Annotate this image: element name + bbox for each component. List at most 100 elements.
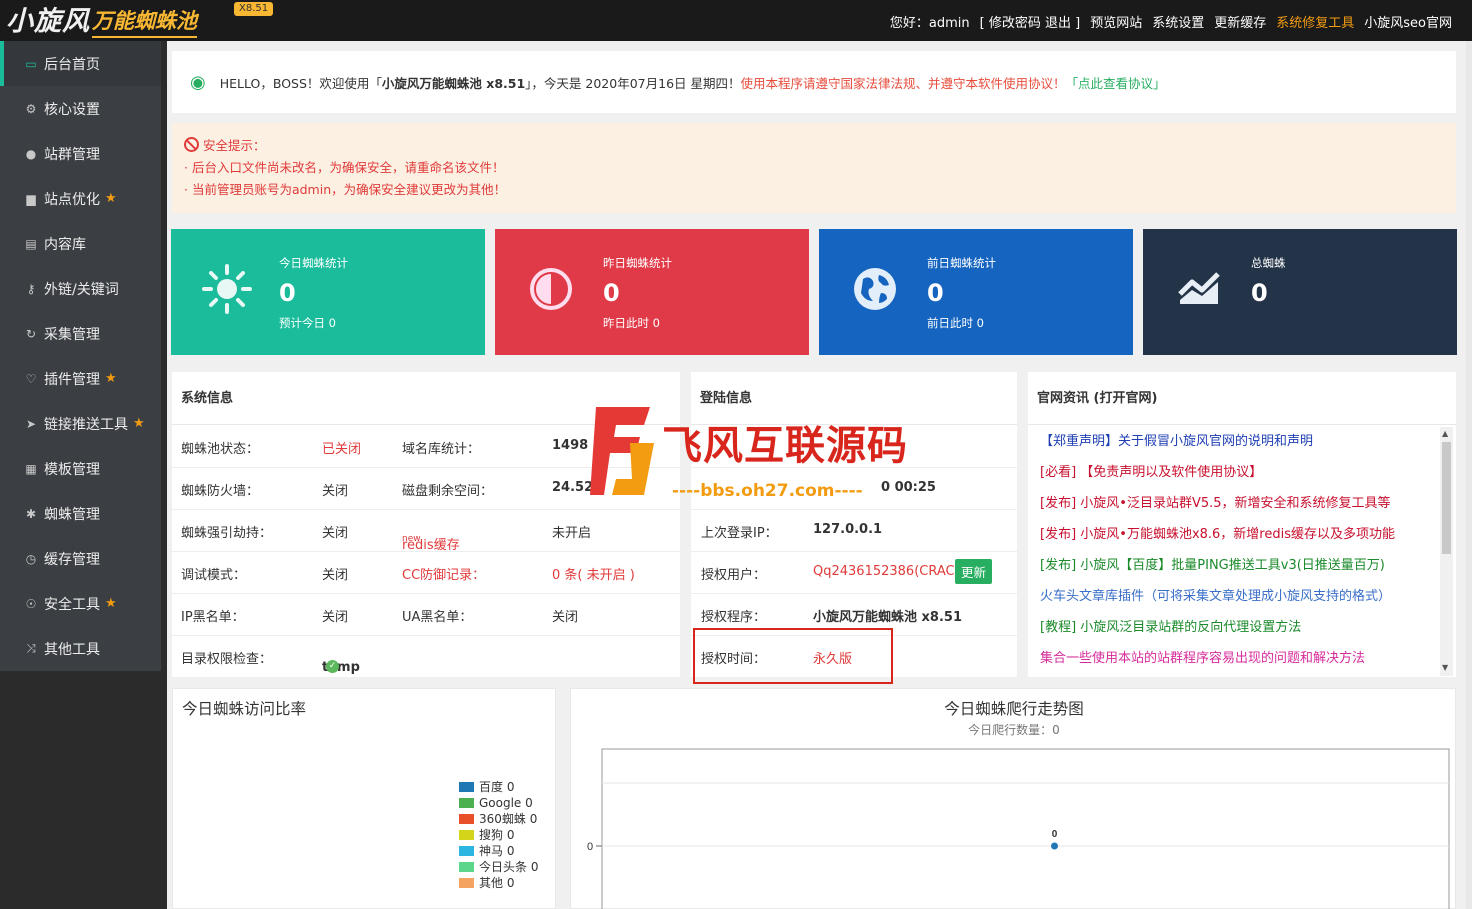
news-item[interactable]: [发布] 小旋风【百度】批量PING推送工具v3(日推送量百万) — [1028, 550, 1456, 581]
scroll-down-icon[interactable]: ▼ — [1442, 663, 1448, 672]
legend-item[interactable]: 其他 0 — [459, 875, 541, 891]
legend-item[interactable]: 神马 0 — [459, 843, 541, 859]
legend-item[interactable]: 360蜘蛛 0 — [459, 811, 541, 827]
row-value[interactable]: 关闭 — [322, 564, 348, 583]
sidebar-item-label: 缓存管理 — [44, 551, 100, 568]
grid-icon: ▦ — [25, 461, 37, 476]
spider-ratio-chart: 今日蜘蛛访问比率 百度 0 Google 0 360蜘蛛 0 搜狗 0 神马 0 今日头条… — [172, 688, 556, 909]
sidebar-item[interactable]: ↻ 采集管理 — [0, 311, 161, 356]
legend-label: 今日头条 0 — [479, 860, 539, 874]
nav-system-settings[interactable]: 系统设置 — [1152, 12, 1204, 31]
star-icon: ★ — [105, 596, 117, 611]
card-sub: 昨日此时 0 — [603, 316, 660, 330]
table-row: 调试模式： 关闭 CC防御记录： 0 条( 未开启 ) — [172, 552, 680, 594]
watermark-url: ----bbs.oh27.com---- — [672, 481, 863, 501]
legend-swatch — [459, 862, 474, 872]
agreement-link[interactable]: 「点此查看协议」 — [1066, 73, 1166, 92]
table-row: 蜘蛛强引劫持： 关闭 redis缓存 new 未开启 — [172, 510, 680, 553]
legend-item[interactable]: Google 0 — [459, 795, 541, 811]
panel-title[interactable]: 官网资讯 (打开官网) — [1028, 372, 1456, 425]
news-item[interactable]: 【郑重声明】关于假冒小旋风官网的说明和声明 — [1028, 426, 1456, 457]
news-item[interactable]: [教程] 小旋风泛目录站群的反向代理设置方法 — [1028, 612, 1456, 643]
news-item[interactable]: [发布] 小旋风•泛目录站群V5.5，新增安全和系统修复工具等 — [1028, 488, 1456, 519]
sidebar-item-label: 其他工具 — [44, 641, 100, 658]
nav-repair-tool[interactable]: 系统修复工具 — [1276, 12, 1354, 31]
sidebar-item-label: 站点优化 — [44, 191, 100, 208]
row-value[interactable]: 关闭 — [322, 606, 348, 625]
news-item[interactable]: 火车头文章库插件（可将采集文章处理成小旋风支持的格式） — [1028, 581, 1456, 612]
legend-item[interactable]: 搜狗 0 — [459, 827, 541, 843]
sidebar-item-label: 站群管理 — [44, 146, 100, 163]
sidebar-item[interactable]: ▦ 模板管理 — [0, 446, 161, 491]
row-value[interactable]: 已关闭 — [322, 438, 361, 457]
sidebar-item[interactable]: ⚷ 外链/关键词 — [0, 266, 161, 311]
check-icon: ✓ — [326, 660, 339, 673]
logo[interactable]: 小旋风 万能蜘蛛池 — [6, 4, 197, 38]
sidebar-item[interactable]: ◷ 缓存管理 — [0, 536, 161, 581]
card-sub: 前日此时 0 — [927, 316, 984, 330]
legend-item[interactable]: 百度 0 — [459, 779, 541, 795]
table-row: 目录权限检查： temp ✓ — [172, 636, 680, 678]
legend-label: 360蜘蛛 0 — [479, 812, 538, 826]
data-label: 0 — [1052, 829, 1058, 840]
legend-swatch — [459, 830, 474, 840]
row-value: 1498 — [552, 438, 589, 453]
star-icon: ★ — [105, 371, 117, 386]
cc-defense-link[interactable]: CC防御记录： — [402, 564, 485, 583]
sidebar-item[interactable]: ⤨ 其他工具 — [0, 626, 161, 671]
chart-title: 今日蜘蛛访问比率 — [182, 700, 307, 718]
sidebar-item[interactable]: ● 站群管理 — [0, 131, 161, 176]
scroll-up-icon[interactable]: ▲ — [1442, 429, 1448, 438]
sidebar-item-label: 安全工具 — [44, 596, 100, 613]
legend-item[interactable]: 今日头条 0 — [459, 859, 541, 875]
trend-icon — [1173, 263, 1225, 315]
legend-label: 其他 0 — [479, 876, 515, 890]
legend-swatch — [459, 846, 474, 856]
stat-card-today: 今日蜘蛛统计 0 预计今日 0 — [171, 229, 485, 355]
news-panel: 官网资讯 (打开官网) 【郑重声明】关于假冒小旋风官网的说明和声明 [必看] 【免… — [1028, 372, 1456, 677]
sidebar-item[interactable]: ▤ 内容库 — [0, 221, 161, 266]
sidebar-item[interactable]: ▆ 站点优化 ★ — [0, 176, 161, 221]
row-value[interactable]: 关闭 — [322, 522, 348, 541]
sidebar-item[interactable]: ⚙ 核心设置 — [0, 86, 161, 131]
row-value[interactable]: 关闭 — [552, 606, 578, 625]
news-item[interactable]: 集合一些使用本站的站群程序容易出现的问题和解决方法 — [1028, 643, 1456, 674]
legend-swatch — [459, 878, 474, 888]
bug-icon: ✱ — [25, 506, 37, 521]
scroll-thumb[interactable] — [1442, 442, 1451, 554]
greeting: 您好：admin — [889, 16, 970, 31]
row-label: 域名库统计： — [402, 442, 481, 457]
sidebar-item-label: 后台首页 — [44, 56, 100, 73]
update-button[interactable]: 更新 — [955, 559, 993, 584]
shuffle-icon: ⤨ — [26, 641, 36, 655]
row-label: 授权用户： — [701, 568, 767, 583]
page-scrollbar[interactable] — [1466, 41, 1472, 909]
stat-card-yesterday: 昨日蜘蛛统计 0 昨日此时 0 — [495, 229, 809, 355]
sidebar-item[interactable]: ♡ 插件管理 ★ — [0, 356, 161, 401]
row-label: 蜘蛛池状态： — [181, 442, 260, 457]
y-tick-label: 0 — [587, 841, 593, 853]
sidebar-item[interactable]: ☉ 安全工具 ★ — [0, 581, 161, 626]
bar-chart-icon: ▆ — [26, 191, 36, 206]
row-label: 上次登录IP： — [701, 526, 778, 541]
sidebar-item-label: 内容库 — [44, 236, 86, 253]
news-scrollbar[interactable]: ▲ ▼ — [1440, 427, 1453, 676]
sidebar-item-label: 模板管理 — [44, 461, 100, 478]
sidebar-item[interactable]: ✱ 蜘蛛管理 — [0, 491, 161, 536]
account-links[interactable]: [ 修改密码 退出 ] — [980, 12, 1081, 31]
row-value[interactable]: 关闭 — [322, 480, 348, 499]
news-item[interactable]: [发布] 小旋风•万能蜘蛛池x8.6，新增redis缓存以及多项功能 — [1028, 519, 1456, 550]
welcome-bar: ◉ HELLO，BOSS！欢迎使用「 小旋风万能蜘蛛池 x8.51 」，今天是 … — [172, 51, 1456, 113]
nav-update-cache[interactable]: 更新缓存 — [1214, 12, 1266, 31]
licensed-program: 小旋风万能蜘蛛池 x8.51 — [813, 610, 962, 625]
new-badge: new — [402, 534, 421, 544]
sidebar-item-label: 链接推送工具 — [44, 416, 128, 433]
nav-preview-site[interactable]: 预览网站 — [1090, 12, 1142, 31]
sidebar-item[interactable]: ➤ 链接推送工具 ★ — [0, 401, 161, 446]
sidebar-item[interactable]: ▭ 后台首页 — [0, 41, 161, 86]
watermark: 飞风互联源码 ----bbs.oh27.com---- — [590, 403, 907, 503]
news-item[interactable]: [必看] 【免责声明以及软件使用协议】 — [1028, 457, 1456, 488]
sidebar-item-label: 核心设置 — [44, 101, 100, 118]
nav-official-site[interactable]: 小旋风seo官网 — [1364, 12, 1452, 31]
document-icon: ▤ — [25, 236, 37, 251]
